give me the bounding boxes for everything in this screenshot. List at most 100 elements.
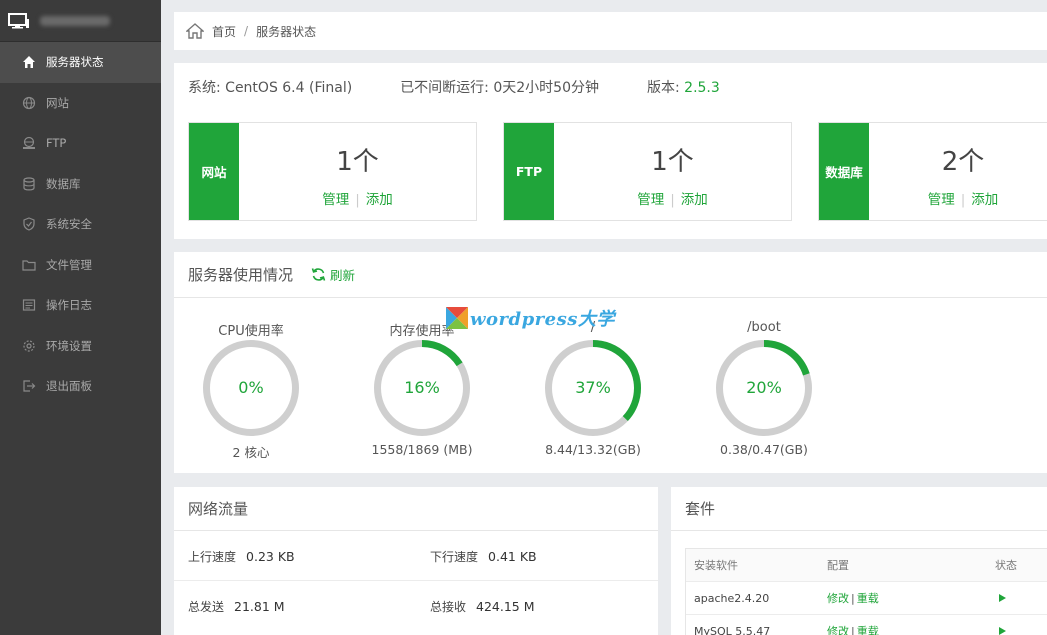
- sidebar-item-website[interactable]: 网站: [0, 83, 161, 124]
- website-card: 网站 1个 管理 | 添加: [188, 122, 477, 221]
- packages-panel: 套件 安装软件 配置 状态 apache2.4.20 修改 | 重载 MySQL 5…: [671, 487, 1047, 635]
- card-tag: 数据库: [819, 123, 869, 220]
- gauge-detail: 0.38/0.47(GB): [720, 442, 808, 457]
- usage-title: 服务器使用情况: [188, 266, 294, 284]
- logout-icon: [22, 379, 36, 393]
- gauge-percent: 0%: [238, 378, 264, 397]
- database-icon: [22, 177, 36, 191]
- reload-link[interactable]: 重载: [857, 592, 879, 605]
- network-speed-row: 上行速度 0.23 KB 下行速度 0.41 KB: [174, 531, 658, 581]
- table-header: 安装软件 配置 状态: [686, 549, 1047, 582]
- disk-boot-gauge: /boot 20% 0.38/0.47(GB): [699, 320, 829, 457]
- watermark: wordpress大学: [446, 305, 615, 331]
- website-add-link[interactable]: 添加: [366, 192, 393, 208]
- refresh-button[interactable]: 刷新: [311, 265, 355, 284]
- globe-icon: [22, 96, 36, 110]
- sidebar-item-logs[interactable]: 操作日志: [0, 285, 161, 326]
- sidebar-item-settings[interactable]: 环境设置: [0, 326, 161, 367]
- uptime-info: 已不间断运行: 0天2小时50分钟: [400, 80, 599, 96]
- software-name: MySQL 5.5.47: [694, 624, 771, 635]
- total-sent-label: 总发送: [188, 599, 225, 614]
- sidebar-item-label: 文件管理: [46, 257, 92, 272]
- upload-speed-label: 上行速度: [188, 549, 237, 564]
- memory-gauge: 内存使用率 16% 1558/1869 (MB): [357, 320, 487, 457]
- gauge-ring: 0%: [203, 340, 299, 436]
- sidebar-item-label: 网站: [46, 95, 69, 110]
- database-add-link[interactable]: 添加: [971, 192, 998, 208]
- edit-link[interactable]: 修改: [827, 592, 849, 605]
- sidebar-item-database[interactable]: 数据库: [0, 164, 161, 205]
- monitor-icon: [8, 12, 29, 28]
- cpu-gauge: CPU使用率 0% 2 核心: [186, 320, 316, 461]
- upload-speed-value: 0.23 KB: [246, 548, 295, 564]
- website-manage-link[interactable]: 管理: [322, 192, 349, 208]
- folder-icon: [22, 258, 36, 272]
- gauge-detail: 2 核心: [232, 445, 270, 460]
- card-tag: FTP: [504, 123, 554, 220]
- watermark-logo-icon: [446, 307, 468, 329]
- gauge-percent: 20%: [746, 378, 782, 397]
- database-card: 数据库 2个 管理 | 添加: [818, 122, 1047, 221]
- breadcrumb-current: 服务器状态: [256, 24, 317, 39]
- shield-icon: [22, 217, 36, 231]
- card-tag: 网站: [189, 123, 239, 220]
- system-overview-panel: 系统: CentOS 6.4 (Final) 已不间断运行: 0天2小时50分钟…: [174, 63, 1047, 239]
- sidebar-item-server-status[interactable]: 服务器状态: [0, 42, 161, 83]
- home-icon: [22, 55, 36, 69]
- sidebar-header: [0, 0, 161, 42]
- breadcrumb-home-link[interactable]: 首页: [212, 23, 236, 40]
- ftp-add-link[interactable]: 添加: [681, 192, 708, 208]
- gauge-detail: 1558/1869 (MB): [371, 442, 473, 457]
- home-icon[interactable]: [186, 23, 204, 39]
- log-icon: [22, 298, 36, 312]
- gauge-label: /boot: [747, 320, 781, 335]
- gauge-ring: 37%: [545, 340, 641, 436]
- sidebar-item-label: 退出面板: [46, 379, 92, 394]
- ftp-icon: [22, 136, 36, 150]
- sidebar-item-files[interactable]: 文件管理: [0, 245, 161, 286]
- col-status: 状态: [995, 559, 1017, 572]
- network-title: 网络流量: [174, 487, 658, 531]
- version-info: 版本: 2.5.3: [647, 80, 720, 96]
- col-software: 安装软件: [694, 559, 738, 572]
- sidebar-item-ftp[interactable]: FTP: [0, 123, 161, 164]
- usage-header: 服务器使用情况 刷新: [174, 252, 1047, 298]
- packages-title: 套件: [671, 487, 1047, 531]
- server-usage-panel: 服务器使用情况 刷新 CPU使用率 0% 2 核心 内存使用率 16% 1558…: [174, 252, 1047, 473]
- packages-table: 安装软件 配置 状态 apache2.4.20 修改 | 重载 MySQL 5.5.…: [685, 548, 1047, 635]
- server-name-blurred: [40, 15, 110, 26]
- table-row: apache2.4.20 修改 | 重载: [686, 582, 1047, 615]
- card-count: 2个: [941, 147, 985, 177]
- total-received-value: 424.15 M: [476, 598, 535, 614]
- gauge-detail: 8.44/13.32(GB): [545, 442, 641, 457]
- software-name: apache2.4.20: [694, 591, 770, 605]
- breadcrumb: 首页 / 服务器状态: [174, 12, 1047, 50]
- os-info: 系统: CentOS 6.4 (Final): [188, 80, 353, 96]
- play-icon[interactable]: [999, 593, 1006, 602]
- edit-link[interactable]: 修改: [827, 625, 849, 635]
- disk-root-gauge: / 37% 8.44/13.32(GB): [528, 320, 658, 457]
- sidebar-item-label: FTP: [46, 136, 67, 151]
- reload-link[interactable]: 重载: [857, 625, 879, 635]
- sidebar-item-security[interactable]: 系统安全: [0, 204, 161, 245]
- ftp-manage-link[interactable]: 管理: [637, 192, 664, 208]
- sidebar-item-label: 服务器状态: [46, 55, 104, 70]
- ftp-card: FTP 1个 管理 | 添加: [503, 122, 792, 221]
- sidebar-item-logout[interactable]: 退出面板: [0, 366, 161, 407]
- database-manage-link[interactable]: 管理: [928, 192, 955, 208]
- card-count: 1个: [336, 147, 379, 177]
- sidebar-item-label: 系统安全: [46, 217, 92, 232]
- gauge-ring: 20%: [716, 340, 812, 436]
- total-received-label: 总接收: [430, 599, 467, 614]
- download-speed-label: 下行速度: [430, 549, 479, 564]
- sidebar-item-label: 环境设置: [46, 338, 92, 353]
- gear-icon: [22, 339, 36, 353]
- system-info-line: 系统: CentOS 6.4 (Final) 已不间断运行: 0天2小时50分钟…: [188, 77, 720, 97]
- watermark-text: wordpress大学: [470, 309, 615, 330]
- gauge-ring: 16%: [374, 340, 470, 436]
- total-sent-value: 21.81 M: [234, 598, 285, 614]
- refresh-icon: [311, 268, 326, 281]
- play-icon[interactable]: [999, 626, 1006, 635]
- gauge-percent: 37%: [575, 378, 611, 397]
- sidebar-item-label: 数据库: [46, 176, 81, 191]
